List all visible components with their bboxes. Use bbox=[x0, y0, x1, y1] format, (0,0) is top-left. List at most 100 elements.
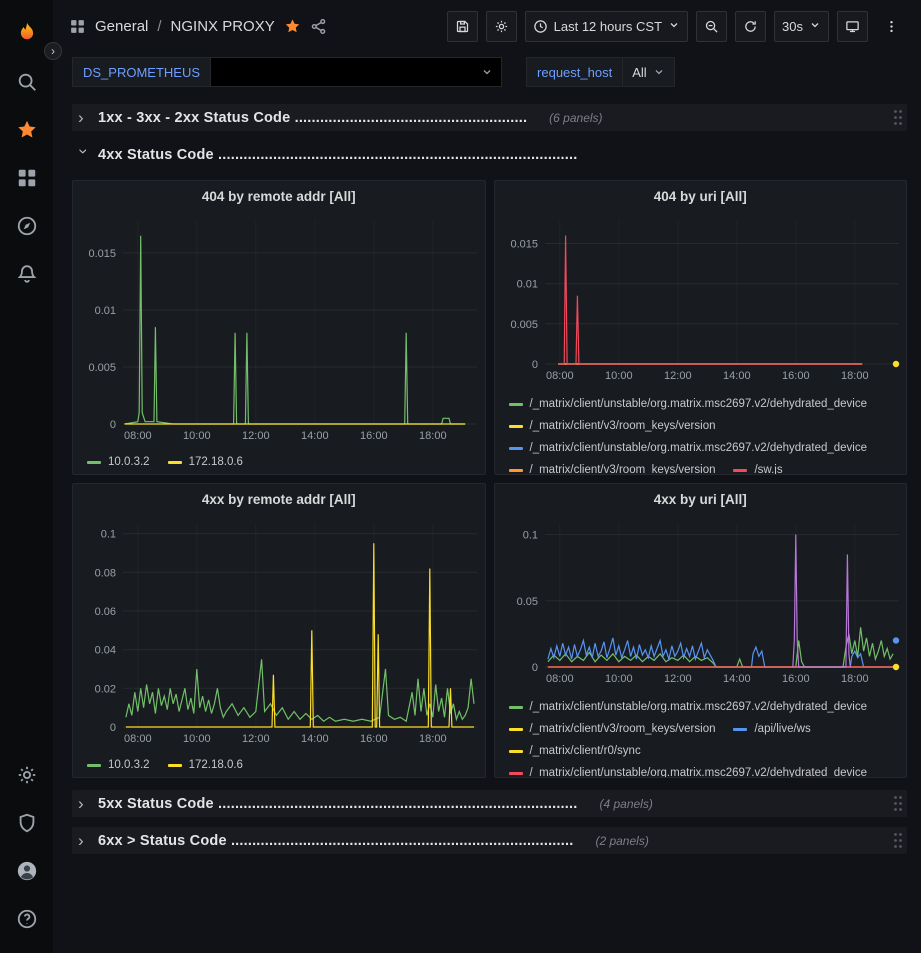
row-title: 1xx - 3xx - 2xx Status Code ............… bbox=[98, 110, 527, 126]
svg-text:12:00: 12:00 bbox=[242, 733, 270, 745]
legend-item[interactable]: 172.18.0.6 bbox=[168, 756, 243, 775]
legend-label: /api/live/ws bbox=[754, 718, 810, 740]
panel-title[interactable]: 4xx by uri [All] bbox=[495, 484, 907, 514]
breadcrumb-section[interactable]: General bbox=[95, 18, 148, 35]
row-title: 5xx Status Code ........................… bbox=[98, 796, 577, 812]
svg-text:10:00: 10:00 bbox=[605, 370, 633, 382]
legend-item[interactable]: /api/live/ws bbox=[733, 718, 810, 740]
favorite-star-icon[interactable] bbox=[284, 18, 301, 35]
timeseries-chart[interactable]: 00.020.040.060.080.108:0010:0012:0014:00… bbox=[73, 514, 485, 754]
navbar-actions: Last 12 hours CST 30s bbox=[447, 11, 907, 42]
dashboard-settings-button[interactable] bbox=[486, 11, 517, 42]
legend-item[interactable]: /_matrix/client/v3/room_keys/version bbox=[509, 459, 716, 474]
svg-text:0.01: 0.01 bbox=[516, 279, 537, 291]
legend-item[interactable]: /_matrix/client/unstable/org.matrix.msc2… bbox=[509, 437, 868, 459]
sidebar-item-explore[interactable] bbox=[7, 206, 47, 246]
legend-item[interactable]: /sw.js bbox=[733, 459, 782, 474]
timeseries-chart[interactable]: 00.0050.010.01508:0010:0012:0014:0016:00… bbox=[73, 211, 485, 451]
variable-select-request-host[interactable]: All bbox=[622, 57, 674, 87]
legend-item[interactable]: /_matrix/client/unstable/org.matrix.msc2… bbox=[509, 696, 868, 718]
panel-404-by-uri: 404 by uri [All] 00.0050.010.01508:0010:… bbox=[494, 180, 908, 475]
legend-color-swatch bbox=[509, 706, 523, 709]
svg-text:0.04: 0.04 bbox=[95, 645, 116, 657]
panel-title[interactable]: 4xx by remote addr [All] bbox=[73, 484, 485, 514]
tv-mode-button[interactable] bbox=[837, 11, 868, 42]
chevron-down-icon bbox=[481, 66, 493, 78]
legend-color-swatch bbox=[87, 461, 101, 464]
sidebar: › bbox=[0, 0, 53, 953]
panel-legend: /_matrix/client/unstable/org.matrix.msc2… bbox=[495, 694, 907, 777]
row-header-4xx[interactable]: 4xx Status Code ........................… bbox=[72, 141, 907, 168]
grafana-logo[interactable] bbox=[7, 14, 47, 54]
row-panel-count: (4 panels) bbox=[599, 797, 652, 811]
sidebar-item-search[interactable] bbox=[7, 62, 47, 102]
refresh-button[interactable] bbox=[735, 11, 766, 42]
sidebar-expand-button[interactable]: › bbox=[44, 42, 62, 60]
help-icon bbox=[16, 908, 38, 930]
timeseries-chart[interactable]: 00.0050.010.01508:0010:0012:0014:0016:00… bbox=[495, 211, 907, 391]
legend-item[interactable]: /_matrix/client/v3/room_keys/version bbox=[509, 718, 716, 740]
legend-item[interactable]: 10.0.3.2 bbox=[87, 453, 150, 472]
legend-label: /_matrix/client/v3/room_keys/version bbox=[530, 459, 716, 474]
more-options-button[interactable] bbox=[876, 11, 907, 42]
chevron-down-icon bbox=[76, 149, 93, 161]
svg-text:0.02: 0.02 bbox=[95, 683, 116, 695]
svg-text:08:00: 08:00 bbox=[124, 430, 152, 442]
chevron-down-icon bbox=[668, 19, 680, 34]
svg-text:14:00: 14:00 bbox=[301, 733, 329, 745]
svg-text:16:00: 16:00 bbox=[782, 673, 810, 685]
legend-color-swatch bbox=[509, 750, 523, 753]
timeseries-chart[interactable]: 00.050.108:0010:0012:0014:0016:0018:00 bbox=[495, 514, 907, 694]
sidebar-item-alerting[interactable] bbox=[7, 254, 47, 294]
row-drag-handle[interactable] bbox=[892, 108, 904, 132]
variable-value-request-host: All bbox=[632, 65, 646, 80]
legend-color-swatch bbox=[168, 461, 182, 464]
legend-item[interactable]: /_matrix/client/r0/sync bbox=[509, 740, 641, 762]
row-header-6xx[interactable]: 6xx > Status Code ......................… bbox=[72, 827, 907, 854]
monitor-icon bbox=[845, 19, 860, 34]
save-dashboard-button[interactable] bbox=[447, 11, 478, 42]
legend-color-swatch bbox=[509, 425, 523, 428]
svg-text:0.015: 0.015 bbox=[510, 239, 538, 251]
svg-text:0.06: 0.06 bbox=[95, 606, 116, 618]
legend-label: 172.18.0.6 bbox=[189, 756, 243, 775]
svg-text:0.05: 0.05 bbox=[516, 596, 537, 608]
panel-legend: 10.0.3.2 172.18.0.6 bbox=[73, 754, 485, 777]
sidebar-item-starred[interactable] bbox=[7, 110, 47, 150]
sidebar-item-profile[interactable] bbox=[7, 851, 47, 891]
sidebar-item-server-admin[interactable] bbox=[7, 803, 47, 843]
refresh-interval-label: 30s bbox=[782, 19, 803, 34]
svg-text:14:00: 14:00 bbox=[301, 430, 329, 442]
legend-item[interactable]: /_matrix/client/unstable/org.matrix.msc2… bbox=[509, 393, 868, 415]
panel-title[interactable]: 404 by uri [All] bbox=[495, 181, 907, 211]
panel-title[interactable]: 404 by remote addr [All] bbox=[73, 181, 485, 211]
sidebar-item-help[interactable] bbox=[7, 899, 47, 939]
variable-select-ds-prometheus[interactable] bbox=[210, 57, 502, 87]
svg-text:0.1: 0.1 bbox=[101, 529, 116, 541]
row-header-5xx[interactable]: 5xx Status Code ........................… bbox=[72, 790, 907, 817]
top-navbar: General / NGINX PROXY bbox=[53, 0, 921, 52]
dashboard-title[interactable]: NGINX PROXY bbox=[171, 18, 275, 35]
legend-item[interactable]: 172.18.0.6 bbox=[168, 453, 243, 472]
zoom-out-button[interactable] bbox=[696, 11, 727, 42]
refresh-interval-picker[interactable]: 30s bbox=[774, 11, 829, 42]
clock-icon bbox=[533, 19, 548, 34]
chevron-down-icon bbox=[653, 66, 665, 78]
row-drag-handle[interactable] bbox=[892, 831, 904, 855]
gear-icon bbox=[16, 764, 38, 786]
share-icon[interactable] bbox=[310, 18, 327, 35]
row-header-1xx-3xx-2xx[interactable]: 1xx - 3xx - 2xx Status Code ............… bbox=[72, 104, 907, 131]
row-drag-handle[interactable] bbox=[892, 794, 904, 818]
legend-label: /_matrix/client/r0/sync bbox=[530, 740, 641, 762]
panel-legend: /_matrix/client/unstable/org.matrix.msc2… bbox=[495, 391, 907, 474]
compass-icon bbox=[16, 215, 38, 237]
legend-item[interactable]: /_matrix/client/v3/room_keys/version bbox=[509, 415, 716, 437]
time-range-picker[interactable]: Last 12 hours CST bbox=[525, 11, 688, 42]
legend-item[interactable]: /_matrix/client/unstable/org.matrix.msc2… bbox=[509, 762, 868, 777]
sidebar-item-configuration[interactable] bbox=[7, 755, 47, 795]
legend-label: 172.18.0.6 bbox=[189, 453, 243, 472]
sidebar-item-dashboards[interactable] bbox=[7, 158, 47, 198]
legend-item[interactable]: 10.0.3.2 bbox=[87, 756, 150, 775]
svg-text:18:00: 18:00 bbox=[841, 673, 869, 685]
row-title: 6xx > Status Code ......................… bbox=[98, 833, 573, 849]
